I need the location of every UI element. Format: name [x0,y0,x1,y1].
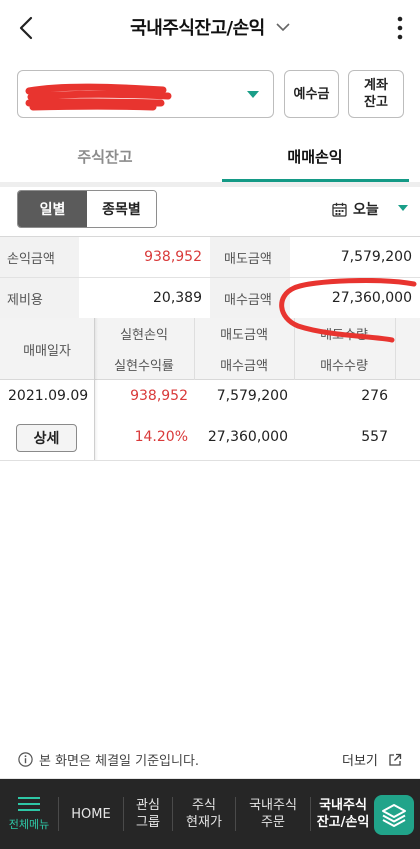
external-link-icon [389,753,402,766]
trade-table-header: 매매일자 실현손익 실현수익률 매도금액 매수금액 매도수량 매수수량 [0,318,420,380]
view-mode-segment: 일별 종목별 [17,190,157,228]
col-header-buy-amount: 매수금액 [220,359,268,374]
chevron-down-icon [276,23,290,32]
row-divider [0,460,420,461]
col-header-sell-qty: 매도수량 [320,328,368,343]
nav-domestic-order[interactable]: 국내주식 주문 [236,779,310,849]
pnl-summary: 손익금액 938,952 매도금액 7,579,200 제비용 20,389 매… [0,236,420,318]
dropdown-caret-icon [247,91,259,98]
date-selector[interactable]: 오늘 [332,198,379,220]
summary-sell-value: 7,579,200 [290,237,420,277]
date-label: 오늘 [353,202,379,218]
col-header-realized-rate: 실현수익률 [114,359,174,374]
more-link-label: 더보기 [342,754,378,769]
hamburger-menu-icon [18,796,40,811]
date-caret-icon[interactable] [398,205,408,211]
col-header-sell-amount: 매도금액 [220,328,268,343]
bottom-navigation: 전체메뉴 HOME 관심 그룹 주식 현재가 국내주식 주문 국내주식 잔고/손… [0,779,420,849]
detail-button[interactable]: 상세 [16,424,77,452]
layers-fab[interactable] [374,795,414,835]
more-link[interactable]: 더보기 [342,750,402,769]
main-tabs: 주식잔고 매매손익 [0,130,420,182]
kebab-menu-icon[interactable] [394,14,406,42]
app-header: 국내주식잔고/손익 [0,0,420,56]
tab-trading-pnl[interactable]: 매매손익 [210,130,420,182]
summary-fees-label: 제비용 [0,278,79,318]
col-header-realized-profit: 실현손익 [120,328,168,343]
tab-stock-balance[interactable]: 주식잔고 [0,130,210,182]
summary-profit-label: 손익금액 [0,237,79,277]
footer-note-text: 본 화면은 체결일 기준입니다. [39,754,200,769]
section-divider [0,182,420,187]
segment-by-stock[interactable]: 종목별 [87,191,156,227]
calendar-icon [332,202,347,217]
deposit-button[interactable]: 예수금 [284,70,339,118]
column-divider [294,318,295,380]
summary-fees-value: 20,389 [79,278,210,318]
segment-daily[interactable]: 일별 [18,191,87,227]
row-sell-qty: 276 [361,388,388,404]
nav-all-menu[interactable]: 전체메뉴 [0,779,58,849]
nav-stock-quote[interactable]: 주식 현재가 [173,779,235,849]
account-balance-button[interactable]: 계좌 잔고 [348,70,404,118]
row-trade-date: 2021.09.09 [8,388,89,404]
row-realized-rate: 14.20% [134,429,188,445]
col-header-date: 매매일자 [23,344,71,359]
summary-profit-value: 938,952 [79,237,210,277]
info-icon [18,752,33,767]
redaction-scribble [25,83,172,111]
footer-note: 본 화면은 체결일 기준입니다. [18,750,199,769]
summary-sell-label: 매도금액 [210,237,290,277]
nav-watchlist-group[interactable]: 관심 그룹 [124,779,172,849]
summary-buy-value: 27,360,000 [290,278,420,318]
nav-all-menu-label: 전체메뉴 [8,817,50,831]
nav-domestic-balance-pnl[interactable]: 국내주식 잔고/손익 [311,779,375,849]
column-divider [194,318,195,380]
summary-buy-label: 매수금액 [210,278,290,318]
row-sell-amount: 7,579,200 [216,388,288,404]
row-buy-amount: 27,360,000 [207,429,288,445]
layers-icon [382,804,406,827]
title-group[interactable]: 국내주식잔고/손익 [0,14,420,40]
column-divider [395,318,396,380]
page-title: 국내주식잔고/손익 [130,18,265,39]
row-buy-qty: 557 [361,429,388,445]
col-header-buy-qty: 매수수량 [320,359,368,374]
row-realized-profit: 938,952 [130,388,188,404]
account-select[interactable] [17,70,274,118]
nav-home[interactable]: HOME [59,779,123,849]
